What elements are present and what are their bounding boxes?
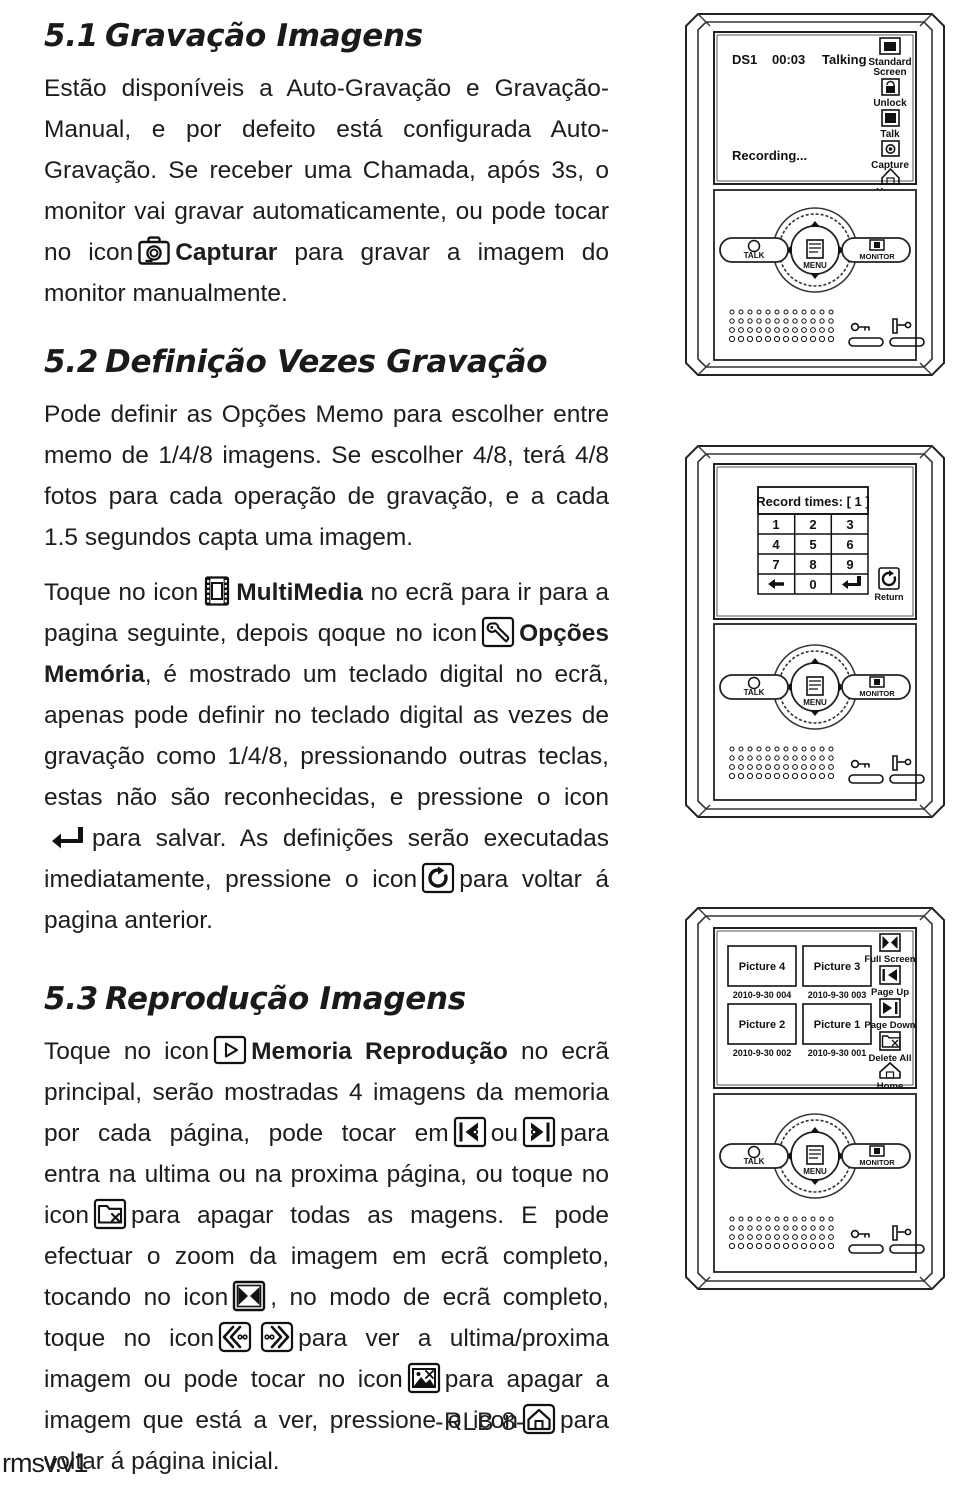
device3-picture-ts-3: 2010-9-30 003 xyxy=(808,990,867,1000)
svg-text:Talk: Talk xyxy=(880,129,900,140)
page-down-icon xyxy=(522,1116,556,1148)
svg-text:TALK: TALK xyxy=(744,1157,765,1166)
paragraph-5-2-bold-multimedia: MultiMedia xyxy=(236,579,363,606)
svg-text:5: 5 xyxy=(809,537,816,552)
svg-text:2: 2 xyxy=(809,517,816,532)
svg-text:1: 1 xyxy=(772,517,779,532)
paragraph-5-2-a: Pode definir as Opções Memo para escolhe… xyxy=(44,401,609,551)
device3-picture-label-2: Picture 2 xyxy=(739,1019,785,1031)
paragraph-5-3-text-a: Toque no icon xyxy=(44,1038,210,1065)
heading-5-3-title: Reprodução Imagens xyxy=(105,981,466,1017)
svg-text:Page Up: Page Up xyxy=(871,987,909,998)
svg-text:Return: Return xyxy=(875,592,904,602)
svg-text:MONITOR: MONITOR xyxy=(859,1158,895,1167)
device3-picture-label-4: Picture 4 xyxy=(739,961,786,973)
paragraph-5-1: Estão disponíveis a Auto-Gravação e Grav… xyxy=(44,68,609,314)
camera-capture-icon xyxy=(137,235,171,267)
previous-image-icon xyxy=(218,1321,252,1353)
device3-picture-label-1: Picture 1 xyxy=(814,1019,860,1031)
svg-text:7: 7 xyxy=(772,557,779,572)
svg-text:3: 3 xyxy=(846,517,853,532)
paragraph-5-2-text-a: Toque no icon xyxy=(44,579,199,606)
svg-text:TALK: TALK xyxy=(744,251,765,260)
device1-status-channel: DS1 xyxy=(732,52,757,67)
paragraph-5-3-bold-memoria-reproducao: Memoria Reprodução xyxy=(251,1038,508,1065)
svg-text:0: 0 xyxy=(809,577,816,592)
svg-text:MENU: MENU xyxy=(803,1167,827,1176)
device-record-times-keypad: Record times: [ 1 ] 1 2 3 4 5 6 7 8 9 0 Return xyxy=(684,444,946,819)
paragraph-5-1-bold-capturar: Capturar xyxy=(175,239,278,266)
svg-text:Full Screen: Full Screen xyxy=(864,954,915,965)
device3-picture-ts-4: 2010-9-30 004 xyxy=(733,990,792,1000)
wrench-icon xyxy=(481,616,515,648)
enter-return-arrow-icon xyxy=(48,821,88,853)
svg-text:MONITOR: MONITOR xyxy=(859,689,895,698)
full-screen-icon xyxy=(232,1280,266,1312)
heading-5-3-number: 5.3 xyxy=(44,981,99,1017)
device2-keypad-title: Record times: [ 1 ] xyxy=(756,494,869,509)
play-triangle-icon xyxy=(213,1034,247,1066)
svg-text:4: 4 xyxy=(772,537,780,552)
paragraph-5-3-text-or: ou xyxy=(490,1120,518,1147)
heading-5-2: 5.2 Definição Vezes Gravação xyxy=(44,344,609,380)
page-up-icon xyxy=(453,1116,487,1148)
circular-return-arrow-icon xyxy=(421,862,455,894)
svg-text:6: 6 xyxy=(846,537,853,552)
device1-status-state: Talking xyxy=(822,52,867,67)
device-talking-recording: DS1 00:03 Talking Recording... Standard … xyxy=(684,12,946,377)
next-image-icon xyxy=(260,1321,294,1353)
svg-text:Page Down: Page Down xyxy=(864,1020,915,1031)
device3-picture-ts-2: 2010-9-30 002 xyxy=(733,1048,792,1058)
svg-text:Unlock: Unlock xyxy=(873,98,907,109)
document-watermark: rmsv.v1 xyxy=(2,1448,88,1478)
svg-text:TALK: TALK xyxy=(744,688,765,697)
picture-delete-icon xyxy=(407,1362,441,1394)
device3-picture-label-3: Picture 3 xyxy=(814,961,860,973)
svg-text:MENU: MENU xyxy=(803,261,827,270)
film-strip-icon xyxy=(202,575,232,607)
device-picture-gallery: Picture 4 2010-9-30 004 Picture 3 2010-9… xyxy=(684,906,946,1291)
paragraph-5-2-b: Toque no icon MultiMedia no ecrã para ir … xyxy=(44,572,609,941)
heading-5-1: 5.1 Gravação Imagens xyxy=(44,18,609,54)
device3-picture-ts-1: 2010-9-30 001 xyxy=(808,1048,867,1058)
svg-text:MONITOR: MONITOR xyxy=(859,252,895,261)
svg-text:8: 8 xyxy=(809,557,816,572)
svg-text:Screen: Screen xyxy=(873,67,906,78)
folder-delete-icon xyxy=(93,1197,127,1231)
svg-text:MENU: MENU xyxy=(803,698,827,707)
heading-5-1-title: Gravação Imagens xyxy=(105,18,423,54)
heading-5-1-number: 5.1 xyxy=(44,18,99,54)
device1-status-message: Recording... xyxy=(732,148,807,163)
heading-5-3: 5.3 Reprodução Imagens xyxy=(44,981,609,1017)
page-footer: -RLB 8- xyxy=(435,1408,525,1436)
heading-5-2-number: 5.2 xyxy=(44,344,99,380)
svg-text:Home: Home xyxy=(877,1081,903,1092)
paragraph-5-1-text-a: Estão disponíveis a Auto-Gravação e Grav… xyxy=(44,75,609,266)
device1-status-time: 00:03 xyxy=(772,52,805,67)
svg-text:9: 9 xyxy=(846,557,853,572)
heading-5-2-title: Definição Vezes Gravação xyxy=(105,344,548,380)
document-text-column: 5.1 Gravação Imagens Estão disponíveis a … xyxy=(44,18,609,1482)
